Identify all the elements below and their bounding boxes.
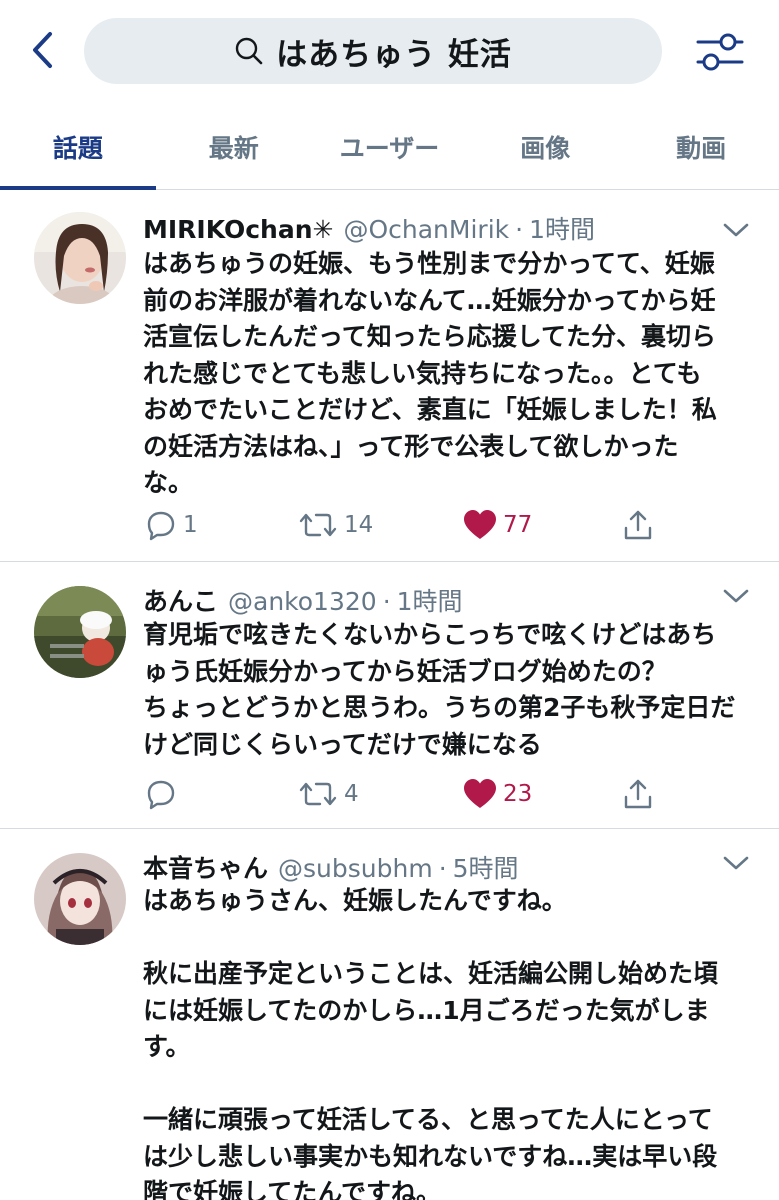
tweet-menu-button[interactable] xyxy=(721,586,751,606)
retweet-button[interactable]: 14 xyxy=(298,505,373,545)
chevron-down-icon xyxy=(723,589,749,603)
reply-button[interactable]: 1 xyxy=(143,505,198,545)
user-handle[interactable]: @anko1320 xyxy=(228,587,377,616)
tweet-text: はあちゅうさん、妊娠したんですね。 秋に出産予定ということは、妊活編公開し始めた… xyxy=(143,886,719,1200)
tweet-text: 育児垢で呟きたくないからこっちで呟くけどはあち ゅう氏妊娠分かってから妊活ブログ… xyxy=(143,620,736,759)
tweet-header: あんこ @anko1320 · 1時間 xyxy=(143,582,719,616)
avatar[interactable] xyxy=(34,853,126,945)
tweet-actions: 4 23 xyxy=(143,774,663,814)
user-handle[interactable]: @subsubhm xyxy=(278,854,433,883)
tweet-text: はあちゅうの妊娠、もう性別まで分かってて、妊娠 前のお洋服が着れないなんて…妊娠… xyxy=(143,249,717,497)
chevron-down-icon xyxy=(723,223,749,237)
tweet-time[interactable]: 1時間 xyxy=(397,582,463,618)
share-button[interactable] xyxy=(621,774,655,814)
share-button[interactable] xyxy=(621,505,655,545)
user-photo xyxy=(34,586,126,678)
like-button[interactable]: 23 xyxy=(463,774,532,814)
like-count: 23 xyxy=(503,781,533,807)
back-button[interactable] xyxy=(22,28,66,72)
tweet[interactable]: 本音ちゃん @subsubhm · 5時間 はあちゅうさん、妊娠したんですね。 … xyxy=(0,829,779,1200)
like-button[interactable]: 77 xyxy=(463,505,532,545)
retweet-button[interactable]: 4 xyxy=(298,774,359,814)
tab-images[interactable]: 画像 xyxy=(467,105,623,189)
reply-icon xyxy=(147,511,175,541)
tweet-menu-button[interactable] xyxy=(721,220,751,240)
separator-dot: · xyxy=(515,215,524,244)
heart-icon xyxy=(464,779,496,808)
separator-dot: · xyxy=(438,854,447,883)
tab-top[interactable]: 話題 xyxy=(0,105,156,190)
tweet[interactable]: あんこ @anko1320 · 1時間 育児垢で呟きたくないからこっちで呟くけど… xyxy=(0,562,779,829)
tab-users[interactable]: ユーザー xyxy=(312,105,468,189)
user-handle[interactable]: @OchanMirik xyxy=(343,215,509,244)
tab-latest[interactable]: 最新 xyxy=(156,105,312,189)
share-icon xyxy=(624,779,652,809)
tweet[interactable]: MIRIKOchan✳ @OchanMirik · 1時間 はあちゅうの妊娠、も… xyxy=(0,190,779,562)
reply-count: 1 xyxy=(183,512,198,538)
search-query: はあちゅう 妊活 xyxy=(276,36,512,73)
avatar[interactable] xyxy=(34,212,126,304)
reply-icon xyxy=(147,780,175,810)
search-tabs: 話題 最新 ユーザー 画像 動画 xyxy=(0,105,779,190)
heart-icon xyxy=(464,510,496,539)
search-icon xyxy=(235,37,263,65)
display-name[interactable]: あんこ xyxy=(143,582,218,618)
retweet-icon xyxy=(299,513,337,537)
search-header: はあちゅう 妊活 xyxy=(0,0,779,105)
tab-videos[interactable]: 動画 xyxy=(623,105,779,189)
tweet-header: MIRIKOchan✳ @OchanMirik · 1時間 xyxy=(143,210,719,244)
retweet-count: 4 xyxy=(344,781,359,807)
retweet-count: 14 xyxy=(344,512,374,538)
tweet-time[interactable]: 5時間 xyxy=(453,849,519,885)
retweet-icon xyxy=(299,782,337,806)
user-photo xyxy=(34,212,126,304)
display-name[interactable]: 本音ちゃん xyxy=(143,849,268,885)
search-filter-button[interactable] xyxy=(694,28,746,76)
tweet-actions: 1 14 77 xyxy=(143,505,663,545)
search-input[interactable]: はあちゅう 妊活 xyxy=(84,18,662,84)
like-count: 77 xyxy=(503,512,533,538)
tweet-header: 本音ちゃん @subsubhm · 5時間 xyxy=(143,849,719,883)
filter-sliders-icon xyxy=(696,33,744,71)
tweet-menu-button[interactable] xyxy=(721,853,751,873)
display-name[interactable]: MIRIKOchan✳ xyxy=(143,215,333,244)
separator-dot: · xyxy=(382,587,391,616)
avatar[interactable] xyxy=(34,586,126,678)
share-icon xyxy=(624,510,652,540)
user-photo xyxy=(34,853,126,945)
chevron-left-icon xyxy=(33,32,52,68)
chevron-down-icon xyxy=(723,856,749,870)
tweet-time[interactable]: 1時間 xyxy=(529,210,595,246)
reply-button[interactable] xyxy=(143,774,183,814)
